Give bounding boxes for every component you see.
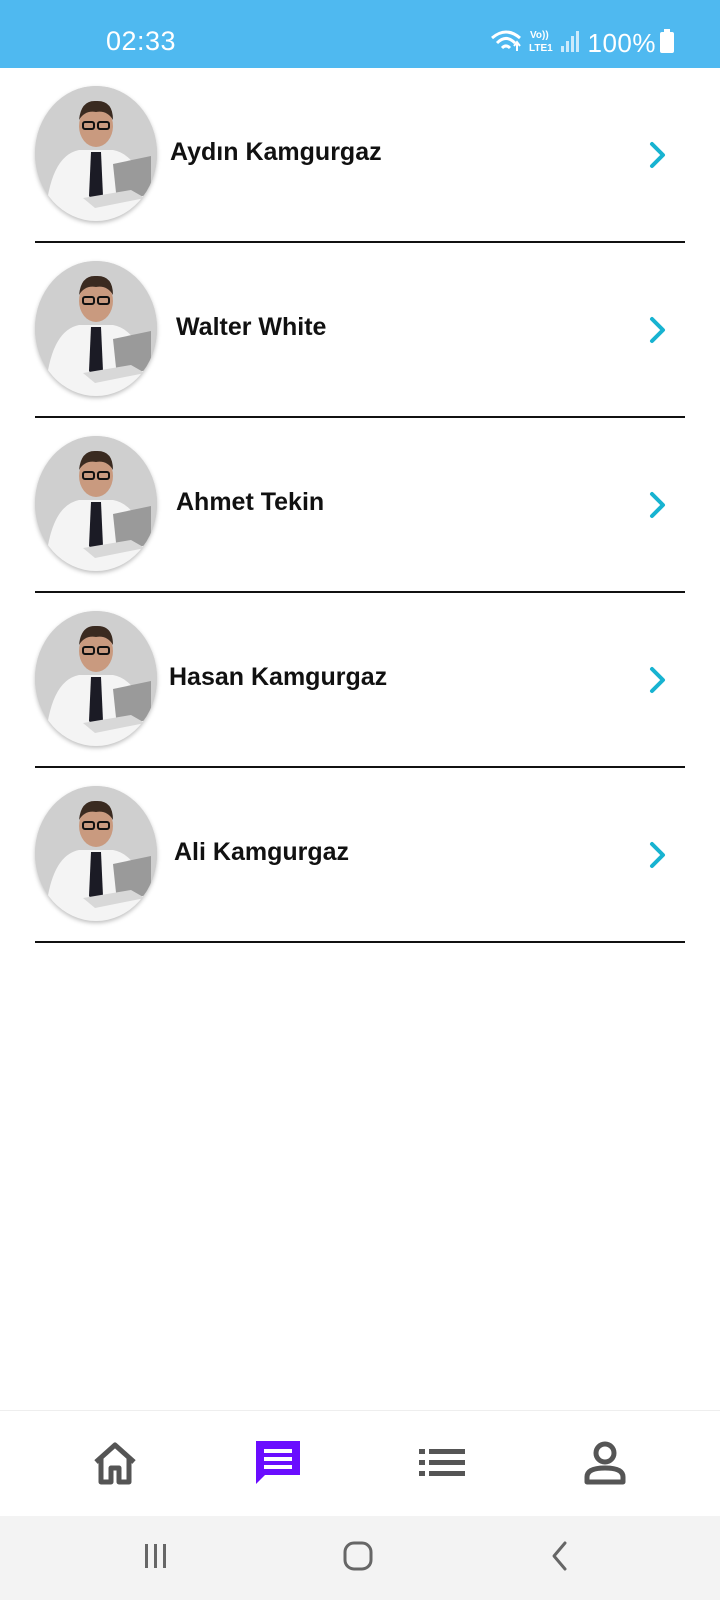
list-icon	[419, 1447, 465, 1484]
contact-row[interactable]: Walter White	[35, 243, 685, 418]
avatar	[35, 436, 157, 571]
status-icons: Vo)) LTE1 100%	[490, 26, 674, 60]
svg-text:Vo)): Vo))	[530, 30, 549, 41]
nav-chat-button[interactable]	[248, 1435, 308, 1495]
bottom-nav	[0, 1410, 720, 1516]
back-button[interactable]	[540, 1538, 580, 1578]
svg-text:LTE1: LTE1	[529, 43, 553, 54]
avatar	[35, 611, 157, 746]
avatar	[35, 86, 157, 221]
contact-name: Hasan Kamgurgaz	[169, 663, 388, 691]
wifi-icon	[490, 28, 522, 59]
chevron-right-icon[interactable]	[647, 490, 669, 520]
profile-icon	[584, 1441, 626, 1490]
nav-profile-button[interactable]	[575, 1435, 635, 1495]
volte-icon: Vo)) LTE1	[528, 27, 556, 60]
contact-name: Ahmet Tekin	[176, 488, 325, 516]
chat-icon	[253, 1438, 303, 1493]
signal-icon	[560, 29, 580, 58]
recents-button[interactable]	[136, 1538, 176, 1578]
avatar	[35, 786, 157, 921]
nav-list-button[interactable]	[412, 1435, 472, 1495]
recents-icon	[141, 1541, 171, 1576]
screen: 02:33 Vo)) LTE1 100% Aydın Kamgurgaz Wal…	[0, 0, 720, 1600]
avatar	[35, 261, 157, 396]
status-time: 02:33	[106, 26, 177, 56]
contact-row[interactable]: Ali Kamgurgaz	[35, 768, 685, 943]
status-bar: 02:33 Vo)) LTE1 100%	[0, 0, 720, 68]
nav-home-button[interactable]	[85, 1435, 145, 1495]
home-icon	[91, 1440, 139, 1491]
contact-name: Aydın Kamgurgaz	[170, 138, 382, 166]
chevron-right-icon[interactable]	[647, 840, 669, 870]
chevron-right-icon[interactable]	[647, 140, 669, 170]
contact-list: Aydın Kamgurgaz Walter White Ahmet Tekin…	[0, 68, 720, 943]
contact-row[interactable]: Aydın Kamgurgaz	[35, 68, 685, 243]
battery-percent: 100%	[587, 27, 656, 58]
contact-name: Ali Kamgurgaz	[174, 838, 350, 866]
chevron-right-icon[interactable]	[647, 315, 669, 345]
battery-icon	[660, 28, 674, 58]
chevron-right-icon[interactable]	[647, 665, 669, 695]
contact-row[interactable]: Ahmet Tekin	[35, 418, 685, 593]
contact-row[interactable]: Hasan Kamgurgaz	[35, 593, 685, 768]
back-icon	[548, 1540, 572, 1577]
system-nav-bar	[0, 1516, 720, 1600]
contact-name: Walter White	[176, 313, 327, 341]
system-home-button[interactable]	[338, 1538, 378, 1578]
home-circle-icon	[342, 1540, 374, 1577]
